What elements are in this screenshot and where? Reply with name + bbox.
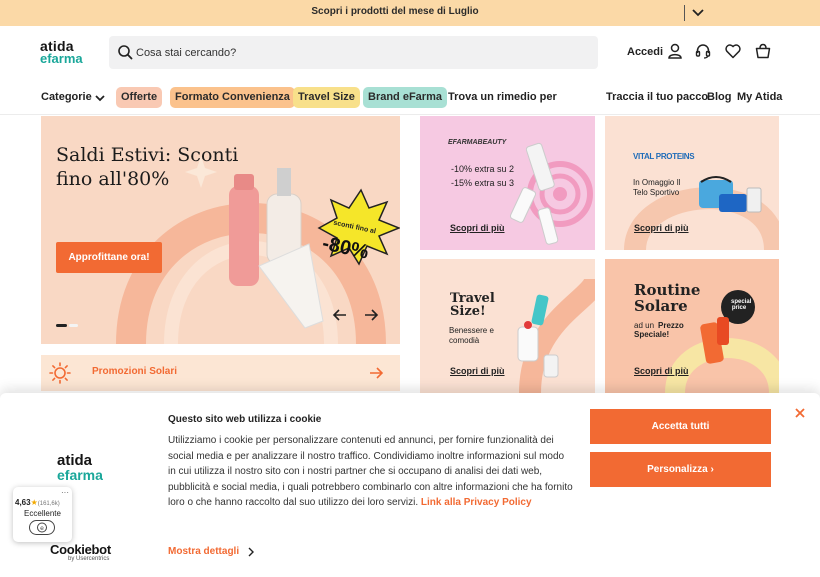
cookie-title: Questo sito web utilizza i cookie (168, 414, 322, 425)
nav-pill-formato-convenienza[interactable]: Formato Convenienza (170, 87, 295, 108)
arrow-left-icon[interactable] (331, 306, 349, 324)
rating-label: Eccellente (24, 509, 61, 518)
star-icon: ★ (30, 498, 38, 507)
rating-score-line: 4,63★(161,6k) (15, 498, 60, 507)
card-line: -10% extra su 2 (451, 164, 515, 174)
hero-banner[interactable]: Saldi Estivi: Sconti fino all'80% sconti… (41, 116, 400, 344)
card-line: -15% extra su 3 (451, 178, 515, 188)
search-icon (118, 45, 133, 60)
card-title: Travel Size! (450, 291, 495, 319)
basket-icon[interactable] (754, 42, 772, 60)
card-line: Benessere e (449, 326, 494, 335)
rating-count: (161,6k) (37, 501, 60, 507)
promo-card-travel-size[interactable]: Travel Size! Benessere e comodià Scopri … (420, 259, 595, 393)
privacy-policy-link[interactable]: Link alla Privacy Policy (421, 497, 532, 508)
arrow-right-icon[interactable] (368, 365, 384, 381)
nav-my-account[interactable]: My Atida (737, 91, 782, 103)
sun-icon (49, 362, 71, 384)
show-details-link[interactable]: Mostra dettagli (168, 546, 239, 557)
close-icon[interactable] (793, 406, 807, 420)
logo-atida: atida (57, 452, 93, 469)
cookie-text: Utilizziamo i cookie per personalizzare … (168, 433, 573, 511)
login-link[interactable]: Accedi (627, 46, 663, 58)
card-link[interactable]: Scopri di più (634, 223, 689, 233)
hero-title: Saldi Estivi: Sconti fino all'80% (56, 144, 239, 190)
nav-remedy[interactable]: Trova un rimedio per (448, 91, 557, 103)
more-icon[interactable]: ··· (61, 488, 69, 497)
card-brand: VITAL PROTEINS (633, 152, 695, 161)
card-badge: special price (731, 299, 752, 311)
card-link[interactable]: Scopri di più (450, 366, 505, 376)
promo-card-vital-proteins[interactable]: VITAL PROTEINS In Omaggio Il Telo Sporti… (605, 116, 779, 250)
nav-pill-offerte[interactable]: Offerte (116, 87, 163, 108)
card-line: comodià (449, 336, 480, 345)
card-brand: EFARMABEAUTY (448, 139, 507, 146)
card-line: In Omaggio Il (633, 178, 681, 187)
customize-button[interactable]: Personalizza › (590, 452, 771, 487)
card-artwork (624, 176, 779, 250)
site-logo[interactable]: atida efarma (40, 39, 96, 65)
card-link[interactable]: Scopri di più (450, 223, 505, 233)
card-line: Speciale! (634, 330, 670, 339)
chevron-right-icon[interactable] (246, 546, 256, 558)
chevron-right-icon: › (710, 464, 714, 475)
arrow-right-icon[interactable] (362, 306, 380, 324)
nav-track-order[interactable]: Traccia il tuo pacco (606, 91, 708, 103)
heart-icon[interactable] (724, 42, 742, 60)
logo-efarma: efarma (40, 51, 83, 66)
accept-all-button[interactable]: Accetta tutti (590, 409, 771, 444)
card-artwork (517, 276, 595, 393)
card-line: Telo Sportivo (633, 188, 680, 197)
cookie-logo: atida efarma (57, 453, 117, 482)
chevron-down-icon[interactable] (690, 3, 706, 21)
card-line: ad un (634, 321, 655, 330)
rating-widget[interactable]: ··· 4,63★(161,6k) Eccellente e (13, 487, 72, 542)
logo-efarma: efarma (57, 467, 103, 483)
slide-indicator[interactable] (69, 324, 78, 327)
customize-label: Personalizza (647, 464, 708, 475)
promo-bar-solari[interactable]: Promozioni Solari (41, 355, 400, 391)
announcement-divider (684, 5, 685, 21)
card-title: Routine Solare (634, 281, 701, 315)
promo-card-efarmabeauty[interactable]: EFARMABEAUTY -10% extra su 2 -15% extra … (420, 116, 595, 250)
user-icon[interactable] (666, 42, 684, 60)
nav-categories[interactable]: Categorie (41, 91, 92, 103)
search-input[interactable] (136, 36, 576, 69)
svg-text:e: e (40, 525, 44, 532)
cookiebot-wordmark: Cookiebot (50, 542, 111, 557)
nav-pill-travel-size[interactable]: Travel Size (293, 87, 360, 108)
hero-cta-button[interactable]: Approfittane ora! (56, 242, 162, 273)
chevron-down-icon[interactable] (94, 92, 106, 104)
cookiebot-logo[interactable]: Cookiebot by Usercentrics (50, 542, 111, 562)
card-line: Prezzo (658, 321, 684, 330)
card-artwork (665, 290, 779, 393)
announcement-text[interactable]: Scopri i prodotti del mese di Luglio (0, 6, 790, 17)
promo-card-routine-solare[interactable]: Routine Solare special price ad un Prezz… (605, 259, 779, 393)
rating-score: 4,63 (15, 498, 31, 507)
header-divider (0, 114, 820, 115)
site-header: atida efarma Accedi (0, 26, 820, 82)
search-bar[interactable] (109, 36, 598, 69)
headset-icon[interactable] (694, 42, 712, 60)
trust-seal-icon: e (29, 520, 55, 535)
cookie-banner: atida efarma Questo sito web utilizza i … (0, 393, 820, 577)
slide-indicator-active[interactable] (56, 324, 67, 327)
main-nav: Categorie Offerte Formato Convenienza Tr… (0, 84, 820, 112)
promo-label: Promozioni Solari (92, 366, 178, 377)
nav-blog[interactable]: Blog (707, 91, 731, 103)
nav-pill-brand-efarma[interactable]: Brand eFarma (363, 87, 447, 108)
card-link[interactable]: Scopri di più (634, 366, 689, 376)
announcement-bar: Scopri i prodotti del mese di Luglio (0, 0, 820, 26)
